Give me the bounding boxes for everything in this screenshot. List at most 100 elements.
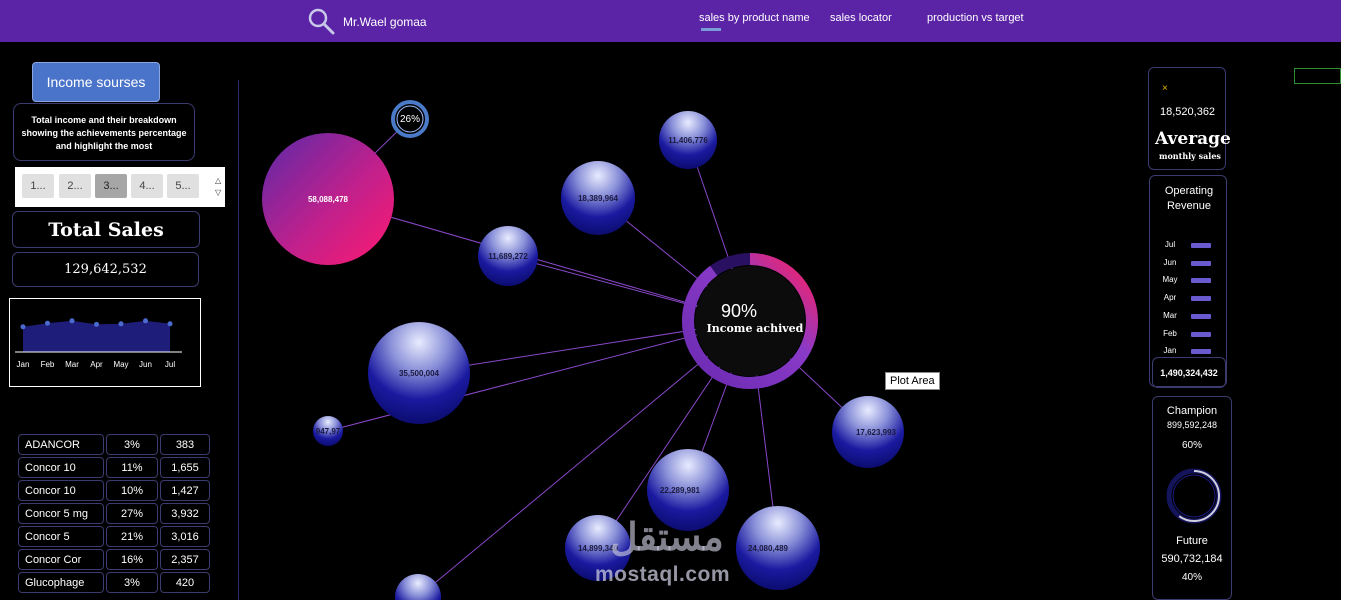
- product-value: 2,357: [160, 549, 210, 570]
- product-percent: 3%: [106, 572, 158, 593]
- bubble-10-label: 24,080,489: [748, 544, 789, 553]
- hub-percent: 90%: [721, 301, 757, 321]
- mini-chart-month-label: Feb: [41, 360, 55, 369]
- operating-revenue-month: Jun: [1163, 257, 1177, 267]
- operating-revenue-bar: [1191, 349, 1211, 355]
- product-value: 3,932: [160, 503, 210, 524]
- income-achieved-donut[interactable]: 90% Income achived: [682, 253, 818, 389]
- operating-revenue-title: Operating Revenue: [1164, 185, 1214, 212]
- product-name: Concor 5: [18, 526, 104, 547]
- mini-chart-svg: Jan Feb Mar Apr May Jun Jul: [15, 318, 182, 369]
- mini-chart-point: [167, 321, 173, 327]
- income-sources-button[interactable]: Income sourses: [32, 62, 160, 102]
- champion-label: Champion: [1166, 405, 1218, 417]
- product-percent: 11%: [106, 457, 158, 478]
- slicer-scroll-arrows[interactable]: △ ▽: [215, 175, 221, 199]
- operating-revenue-bar: [1191, 243, 1211, 248]
- bubble-8-label: 22,289,981: [660, 486, 701, 495]
- bubble-7-label: 17,623,993: [856, 428, 897, 437]
- product-name: Concor 10: [18, 480, 104, 501]
- product-percent: 3%: [106, 434, 158, 455]
- product-value: 383: [160, 434, 210, 455]
- hub-label: Income achived: [707, 322, 804, 335]
- operating-revenue-bar: [1191, 331, 1211, 337]
- product-name: Concor 5 mg: [18, 503, 104, 524]
- product-percent: 10%: [106, 480, 158, 501]
- watermark: mostaql.com: [595, 563, 731, 586]
- description-text: Total income and their breakdown showing…: [13, 103, 195, 161]
- slicer: 1... 2... 3... 4... 5... △ ▽: [15, 167, 225, 207]
- operating-revenue-month: Feb: [1163, 328, 1177, 338]
- bubble-2-label: 11,406,776: [668, 136, 708, 145]
- bubble-11[interactable]: [395, 574, 441, 600]
- product-name: Concor Cor: [18, 549, 104, 570]
- slicer-option-5[interactable]: 5...: [167, 174, 199, 198]
- operating-revenue-bar: [1191, 313, 1211, 319]
- bubble-3-label: 18,389,964: [578, 194, 619, 203]
- champion-percent: 60%: [1181, 440, 1202, 451]
- operating-revenue-bar: [1191, 260, 1211, 266]
- bubble-6-label: 947,97: [316, 427, 341, 436]
- mini-chart-point: [118, 321, 124, 327]
- champion-donut: [1166, 468, 1222, 524]
- search-icon[interactable]: [306, 6, 336, 36]
- product-value: 3,016: [160, 526, 210, 547]
- average-card: × 18,520,362 Average monthly sales: [1148, 67, 1231, 170]
- product-name: Glucophage: [18, 572, 104, 593]
- table-row: Glucophage 3% 420: [18, 572, 210, 593]
- total-sales-title: Total Sales: [12, 211, 200, 248]
- top-bar: Mr.Wael gomaa sales by product name sale…: [0, 0, 1341, 42]
- mini-chart-point: [45, 320, 50, 326]
- author-name: Mr.Wael gomaa: [343, 15, 427, 29]
- operating-revenue-total: 1,490,324,432: [1152, 357, 1226, 388]
- product-name: Concor 10: [18, 457, 104, 478]
- product-name: ADANCOR: [18, 434, 104, 455]
- mini-chart-month-label: May: [113, 360, 128, 369]
- bubble-4-label: 11,689,272: [488, 252, 528, 261]
- bubble-5-label: 35,500,004: [399, 369, 440, 378]
- mini-chart-month-label: Jan: [17, 360, 30, 369]
- product-percent: 21%: [106, 526, 158, 547]
- mini-chart-month-label: Jun: [139, 360, 152, 369]
- table-row: Concor 5 mg 27% 3,932: [18, 503, 210, 524]
- table-row: Concor 10 11% 1,655: [18, 457, 210, 478]
- close-icon[interactable]: ×: [1162, 83, 1168, 94]
- table-row: Concor 5 21% 3,016: [18, 526, 210, 547]
- nav-sales-by-product[interactable]: sales by product name: [699, 12, 810, 24]
- bubble-1-label: 58,088,478: [308, 195, 349, 204]
- slicer-option-4[interactable]: 4...: [131, 174, 163, 198]
- mini-chart-point: [69, 318, 75, 324]
- chevron-up-icon[interactable]: △: [215, 175, 221, 187]
- operating-revenue-month: Mar: [1163, 310, 1177, 320]
- champion-value: 899,592,248: [1166, 420, 1218, 430]
- mini-chart-point: [94, 321, 99, 327]
- mini-chart-month-label: Apr: [90, 360, 103, 369]
- product-percent: 16%: [106, 549, 158, 570]
- active-nav-indicator: [701, 28, 721, 31]
- operating-revenue-card: Operating Revenue 1,490,324,432 Jul Jun Ma…: [1149, 175, 1227, 388]
- table-row: Concor 10 10% 1,427: [18, 480, 210, 501]
- plot-area-tooltip: Plot Area: [885, 372, 940, 390]
- product-table: ADANCOR 3% 383 Concor 10 11% 1,655 Concor 10 10…: [16, 432, 212, 595]
- operating-revenue-month: Apr: [1163, 293, 1177, 303]
- window-edge: [1341, 0, 1349, 600]
- future-label: Future: [1176, 535, 1208, 547]
- slicer-option-3[interactable]: 3...: [95, 174, 127, 198]
- slicer-option-1[interactable]: 1...: [22, 174, 54, 198]
- nav-sales-locator[interactable]: sales locator: [830, 12, 892, 24]
- watermark-arabic: مستقل: [610, 517, 724, 559]
- product-value: 1,427: [160, 480, 210, 501]
- mini-chart-point: [20, 324, 26, 330]
- monthly-sales-mini-chart: Jan Feb Mar Apr May Jun Jul: [9, 298, 201, 387]
- mini-chart-point: [143, 318, 148, 324]
- total-sales-value: 129,642,532: [12, 252, 199, 287]
- product-value: 420: [160, 572, 210, 593]
- slicer-option-2[interactable]: 2...: [59, 174, 91, 198]
- product-percent: 27%: [106, 503, 158, 524]
- nav-production-vs-target[interactable]: production vs target: [927, 12, 1024, 24]
- chevron-down-icon[interactable]: ▽: [215, 187, 221, 199]
- small-ring-label: 26%: [400, 114, 420, 125]
- champion-card: Champion 899,592,248 60% Future 590,732,…: [1152, 396, 1232, 600]
- mini-chart-month-label: Mar: [65, 360, 79, 369]
- operating-revenue-bar: [1191, 278, 1211, 284]
